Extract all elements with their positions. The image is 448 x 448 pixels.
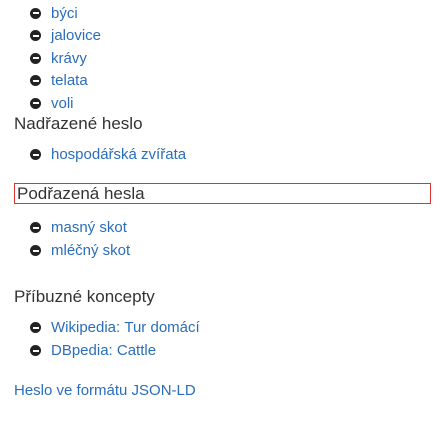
narrower-heading-highlight: Podřazená hesla bbox=[14, 183, 431, 204]
list-item[interactable]: telata bbox=[30, 70, 101, 93]
list-item[interactable]: hospodářská zvířata bbox=[30, 143, 186, 166]
list-item[interactable]: DBpedia: Cattle bbox=[30, 339, 200, 362]
list-item[interactable]: masný skot bbox=[30, 216, 130, 239]
list-item[interactable]: Wikipedia: Tur domácí bbox=[30, 316, 200, 339]
narrower-list: masný skot mléčný skot bbox=[30, 216, 130, 262]
jsonld-link[interactable]: Heslo ve formátu JSON-LD bbox=[14, 382, 196, 399]
top-concept-list: býci jalovice krávy telata voli bbox=[30, 2, 101, 115]
concept-page: býci jalovice krávy telata voli Nadřazen… bbox=[0, 0, 448, 448]
related-heading: Příbuzné koncepty bbox=[14, 287, 155, 306]
circle-minus-icon bbox=[30, 149, 41, 160]
source-prefix: Wikipedia: bbox=[51, 319, 125, 336]
circle-minus-icon bbox=[30, 322, 41, 333]
circle-minus-icon bbox=[30, 30, 41, 42]
circle-minus-icon bbox=[30, 97, 41, 109]
circle-minus-icon bbox=[30, 7, 41, 19]
concept-link[interactable]: telata bbox=[51, 72, 88, 89]
broader-heading: Nadřazené heslo bbox=[14, 114, 143, 133]
concept-link[interactable]: býci bbox=[51, 5, 78, 22]
concept-link[interactable]: mléčný skot bbox=[51, 242, 130, 259]
list-item[interactable]: krávy bbox=[30, 47, 101, 70]
concept-link[interactable]: hospodářská zvířata bbox=[51, 146, 186, 163]
broader-list: hospodářská zvířata bbox=[30, 143, 186, 166]
circle-minus-icon bbox=[30, 245, 41, 256]
concept-link[interactable]: krávy bbox=[51, 50, 87, 67]
circle-minus-icon bbox=[30, 52, 41, 64]
concept-link[interactable]: masný skot bbox=[51, 219, 127, 236]
list-item[interactable]: voli bbox=[30, 92, 101, 115]
list-item[interactable]: jalovice bbox=[30, 25, 101, 48]
narrower-heading: Podřazená hesla bbox=[17, 184, 145, 203]
source-prefix: DBpedia: bbox=[51, 342, 117, 359]
circle-minus-icon bbox=[30, 222, 41, 233]
list-item[interactable]: mléčný skot bbox=[30, 239, 130, 262]
list-item[interactable]: býci bbox=[30, 2, 101, 25]
external-link[interactable]: Cattle bbox=[117, 342, 156, 359]
related-list: Wikipedia: Tur domácí DBpedia: Cattle bbox=[30, 316, 200, 362]
concept-link[interactable]: voli bbox=[51, 95, 74, 112]
circle-minus-icon bbox=[30, 345, 41, 356]
circle-minus-icon bbox=[30, 75, 41, 87]
concept-link[interactable]: jalovice bbox=[51, 27, 101, 44]
external-link[interactable]: Tur domácí bbox=[124, 319, 199, 336]
